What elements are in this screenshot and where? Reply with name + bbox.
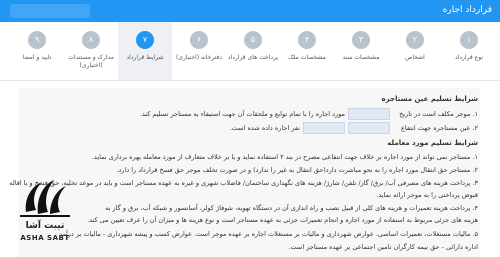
- step-number: ۵: [244, 31, 262, 49]
- step-notary[interactable]: ۶ دفترخانه (اختیاری): [172, 22, 226, 80]
- term-line-1a: ۱. موجر مکلف است در تاریخ: [399, 110, 478, 118]
- persons-count-input[interactable]: [303, 122, 345, 134]
- wizard-steps: ۱ نوع قرارداد ۲ اشخاص ۳ مشخصات سند ۴ مشخ…: [0, 22, 500, 81]
- term-paragraph-4b: هزینه های جزئی مربوط به استفاده از مورد …: [87, 216, 478, 224]
- section-title-terms: شرایط تسلیم مورد معامله: [387, 139, 478, 147]
- term-paragraph-5b: اداره دارائی - حق بیمه کارگران تامین اجت…: [288, 243, 478, 251]
- step-label: اشخاص: [405, 54, 425, 61]
- step-number: ۱: [460, 31, 478, 49]
- step-number: ۴: [298, 31, 316, 49]
- step-number: ۲: [406, 31, 424, 49]
- step-persons[interactable]: ۲ اشخاص: [388, 22, 442, 80]
- term-line-2a: ۲. عین مستاجره جهت انتفاع: [401, 124, 478, 132]
- term-paragraph-3b: قبوض پرداختی را به موجر ارائه نماید.: [376, 191, 478, 199]
- step-label: مدارک و مستندات (اختیاری): [68, 54, 114, 69]
- term-paragraph-2: ۲. مستاجر حق انتقال مورد اجاره را به نحو…: [116, 166, 478, 174]
- term-paragraph-3a: ۳. پرداخت هزینه های مصرفی آب/ برق/ گاز/ …: [9, 179, 478, 187]
- step-documents[interactable]: ۸ مدارک و مستندات (اختیاری): [64, 22, 118, 80]
- delivery-date-input[interactable]: [348, 108, 390, 120]
- header-search-box[interactable]: [10, 4, 90, 18]
- step-label: مشخصات ملک: [288, 54, 326, 61]
- step-property-details[interactable]: ۴ مشخصات ملک: [280, 22, 334, 80]
- step-label: دفترخانه (اختیاری): [175, 54, 223, 61]
- step-number: ۳: [352, 31, 370, 49]
- logo-emblem-icon: [20, 180, 70, 217]
- step-payments[interactable]: ۵ پرداخت های قرارداد: [226, 22, 280, 80]
- step-contract-terms[interactable]: ۷ شرایط قرارداد: [118, 22, 172, 80]
- step-number: ۷: [136, 31, 154, 49]
- step-label: پرداخت های قرارداد: [227, 54, 279, 61]
- step-number: ۸: [82, 31, 100, 49]
- term-paragraph-4a: ۴. پرداخت هزینه تعمیرات و هزینه های کلی …: [105, 204, 478, 212]
- watermark-logo: تیبت آشا ASHA SABT: [12, 176, 78, 246]
- term-line-2b: نفر اجاره داده شده است.: [229, 124, 300, 132]
- step-label: تایید و امضا: [22, 54, 52, 61]
- term-paragraph-5a: ۵. مالیات مستغلات، تعمیرات اساسی، عوارض …: [59, 230, 478, 238]
- step-document-details[interactable]: ۳ مشخصات سند: [334, 22, 388, 80]
- step-label: نوع قرارداد: [454, 54, 483, 61]
- app-header: قرارداد اجاره: [0, 0, 500, 22]
- watermark-text-fa: تیبت آشا: [25, 221, 65, 231]
- step-label: مشخصات سند: [342, 54, 380, 61]
- step-number: ۶: [190, 31, 208, 49]
- step-number: ۹: [28, 31, 46, 49]
- page-title: قرارداد اجاره: [442, 5, 492, 15]
- usage-purpose-input[interactable]: [348, 122, 390, 134]
- term-paragraph-1: ۱. مستاجر نمی تواند از مورد اجاره بر خلا…: [91, 153, 478, 161]
- watermark-text-en: ASHA SABT: [20, 234, 70, 242]
- term-line-1b: مورد اجاره را با تمام توابع و ملحقات آن …: [139, 110, 345, 118]
- step-label: شرایط قرارداد: [126, 54, 164, 61]
- step-contract-type[interactable]: ۱ نوع قرارداد: [442, 22, 496, 80]
- section-title-delivery: شرایط تسلیم عین مستاجره: [381, 95, 478, 103]
- step-confirm-sign[interactable]: ۹ تایید و امضا: [10, 22, 64, 80]
